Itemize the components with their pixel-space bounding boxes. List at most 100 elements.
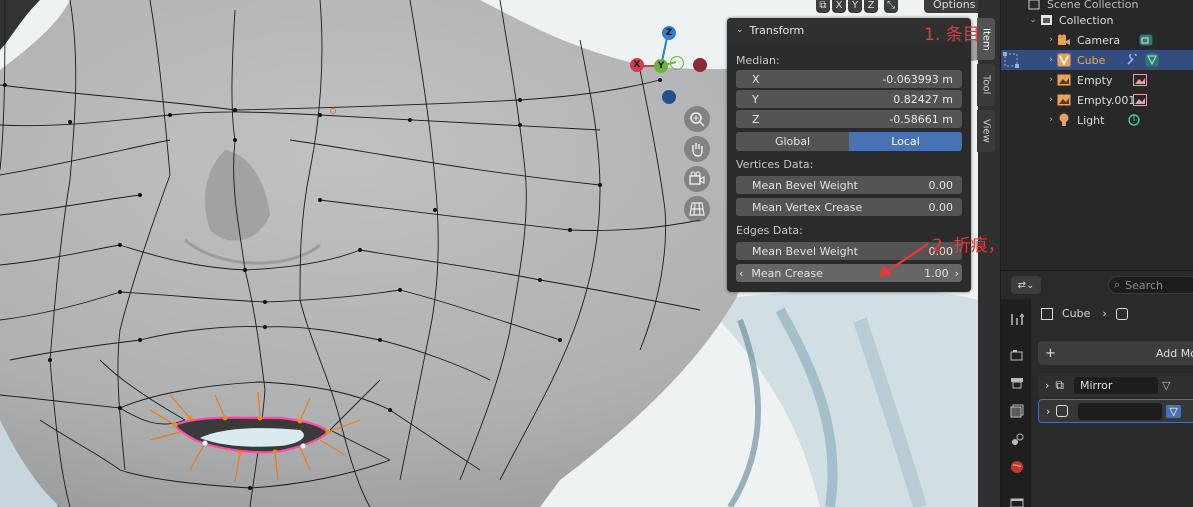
edge-crease-value: 1.00 — [924, 266, 949, 280]
tab-view-label: View — [980, 119, 992, 143]
edges-data-label: Edges Data: — [736, 224, 803, 237]
edge-crease-field[interactable]: ‹ Mean Crease 1.00 › — [736, 264, 962, 282]
chevron-right-icon[interactable]: › — [1045, 95, 1057, 105]
collection-properties-icon[interactable] — [1009, 495, 1025, 507]
mesh-data-icon[interactable]: ▽ — [1162, 379, 1170, 392]
zoom-icon[interactable] — [684, 106, 710, 132]
chevron-right-icon[interactable]: › — [1045, 115, 1057, 125]
chevron-right-icon[interactable]: › — [955, 267, 959, 280]
camera-data-icon[interactable] — [1139, 33, 1153, 47]
subdivision-modifier-icon — [1056, 405, 1069, 417]
vertex-bevel-weight-value: 0.00 — [928, 178, 954, 192]
mesh-object-icon — [1057, 53, 1071, 67]
gizmo-y-axis[interactable]: Y — [654, 59, 668, 73]
vertices-data-label: Vertices Data: — [736, 158, 814, 171]
cube-label: Cube — [1077, 53, 1106, 67]
median-z-value: -0.58661 m — [889, 112, 953, 126]
median-x-value: -0.063993 m — [882, 72, 953, 86]
tab-tool[interactable]: Tool — [977, 64, 995, 106]
modifier-subdivision[interactable]: › ▽ — [1038, 399, 1193, 423]
empty-001-label: Empty.001 — [1077, 93, 1136, 107]
transform-tool-icon[interactable] — [1002, 51, 1020, 69]
gizmo-neg-y[interactable] — [670, 56, 684, 70]
tab-item[interactable]: Item — [977, 18, 995, 60]
properties-tabs — [1001, 299, 1031, 507]
chevron-right-icon[interactable]: › — [1045, 379, 1049, 392]
edge-bevel-weight-label: Mean Bevel Weight — [752, 244, 858, 258]
add-modifier-button[interactable]: + Add Mo — [1038, 341, 1193, 365]
collection-icon — [1039, 13, 1053, 27]
tool-settings-icon[interactable] — [1009, 311, 1025, 327]
search-input[interactable]: ⌕ Search — [1108, 276, 1193, 294]
modifier-mirror[interactable]: › ⧉ Mirror ▽ — [1038, 373, 1193, 397]
space-toggle: Global Local — [736, 132, 962, 151]
camera-view-icon[interactable] — [684, 166, 710, 192]
outliner-item-light[interactable]: › Light — [1001, 110, 1193, 130]
pan-hand-icon[interactable] — [684, 136, 710, 162]
gizmo-x-axis[interactable]: X — [630, 58, 644, 72]
edge-bevel-weight-field[interactable]: Mean Bevel Weight 0.00 — [736, 242, 962, 260]
annotation-item-tab: 1. 条目 — [924, 25, 980, 45]
image-empty-icon — [1057, 73, 1071, 87]
mirror-y-toggle[interactable]: Y — [848, 0, 862, 13]
image-empty-icon — [1057, 93, 1071, 107]
median-x-field[interactable]: X -0.063993 m — [736, 70, 962, 88]
mirror-icon[interactable]: ⧉ — [816, 0, 830, 13]
tab-view[interactable]: View — [977, 110, 995, 152]
vertex-bevel-weight-field[interactable]: Mean Bevel Weight 0.00 — [736, 176, 962, 194]
outliner-item-empty[interactable]: › Empty — [1001, 70, 1193, 90]
chevron-down-icon[interactable]: ⌄ — [1027, 15, 1039, 25]
plus-icon: + — [1045, 345, 1056, 361]
camera-label: Camera — [1077, 33, 1121, 47]
gizmo-neg-x[interactable] — [693, 58, 707, 72]
chevron-down-icon: ⌄ — [736, 25, 744, 35]
chevron-right-icon[interactable]: › — [1046, 405, 1050, 418]
breadcrumb-object: Cube — [1062, 307, 1091, 320]
chevron-right-icon[interactable]: › — [1045, 55, 1057, 65]
options-label: Options — [933, 0, 976, 11]
outliner-item-collection[interactable]: ⌄ Collection — [1001, 10, 1193, 30]
median-x-label: X — [752, 72, 760, 86]
options-dropdown[interactable]: Options ⌄ — [924, 0, 978, 13]
subdivision-name-field[interactable] — [1078, 402, 1163, 420]
properties-editor: ⇄⌄ ⌕ Search Cube › + Add Mo › ⧉ Mirror ▽… — [1000, 270, 1193, 507]
mesh-data-icon[interactable]: ▽ — [1166, 404, 1181, 418]
outliner-item-empty-001[interactable]: › Empty.001 — [1001, 90, 1193, 110]
mirror-name-field[interactable]: Mirror — [1073, 376, 1158, 394]
chevron-right-icon[interactable]: › — [1045, 75, 1057, 85]
add-modifier-label: Add Mo — [1155, 346, 1193, 360]
median-y-value: 0.82427 m — [893, 92, 953, 106]
median-z-field[interactable]: Z -0.58661 m — [736, 110, 962, 128]
image-data-icon[interactable] — [1133, 73, 1147, 87]
render-properties-icon[interactable] — [1009, 347, 1025, 363]
local-button[interactable]: Local — [849, 132, 962, 151]
vertex-crease-field[interactable]: Mean Vertex Crease 0.00 — [736, 198, 962, 216]
median-z-label: Z — [752, 112, 760, 126]
mirror-x-toggle[interactable]: X — [832, 0, 846, 13]
mesh-data-icon[interactable] — [1145, 53, 1159, 67]
image-data-icon[interactable] — [1133, 93, 1147, 107]
scene-properties-icon[interactable] — [1009, 431, 1025, 447]
view-layer-properties-icon[interactable] — [1009, 403, 1025, 419]
outliner-item-cube[interactable]: › Cube — [1001, 50, 1193, 70]
chevron-right-icon[interactable]: › — [1045, 35, 1057, 45]
outliner-item-camera[interactable]: › Camera — [1001, 30, 1193, 50]
editor-type-dropdown[interactable]: ⇄⌄ — [1011, 276, 1041, 294]
mirror-modifier-icon: ⧉ — [1055, 377, 1064, 392]
scene-collection-label: Scene Collection — [1047, 0, 1139, 11]
wrench-modifier-icon[interactable] — [1125, 53, 1139, 67]
mirror-z-toggle[interactable]: Z — [864, 0, 878, 13]
gizmo-z-axis[interactable]: Z — [662, 26, 676, 40]
median-y-field[interactable]: Y 0.82427 m — [736, 90, 962, 108]
median-label: Median: — [736, 54, 780, 67]
vertex-bevel-weight-label: Mean Bevel Weight — [752, 178, 858, 192]
global-button[interactable]: Global — [736, 132, 849, 151]
light-data-icon[interactable] — [1127, 113, 1141, 127]
camera-object-icon — [1057, 33, 1071, 47]
modifier-tab-icon — [1115, 307, 1128, 320]
gizmo-neg-z[interactable] — [662, 90, 676, 104]
sculpt-icon[interactable]: ⤡ — [884, 0, 898, 13]
perspective-grid-icon[interactable] — [684, 196, 710, 222]
output-properties-icon[interactable] — [1009, 375, 1025, 391]
world-properties-icon[interactable] — [1009, 459, 1025, 475]
